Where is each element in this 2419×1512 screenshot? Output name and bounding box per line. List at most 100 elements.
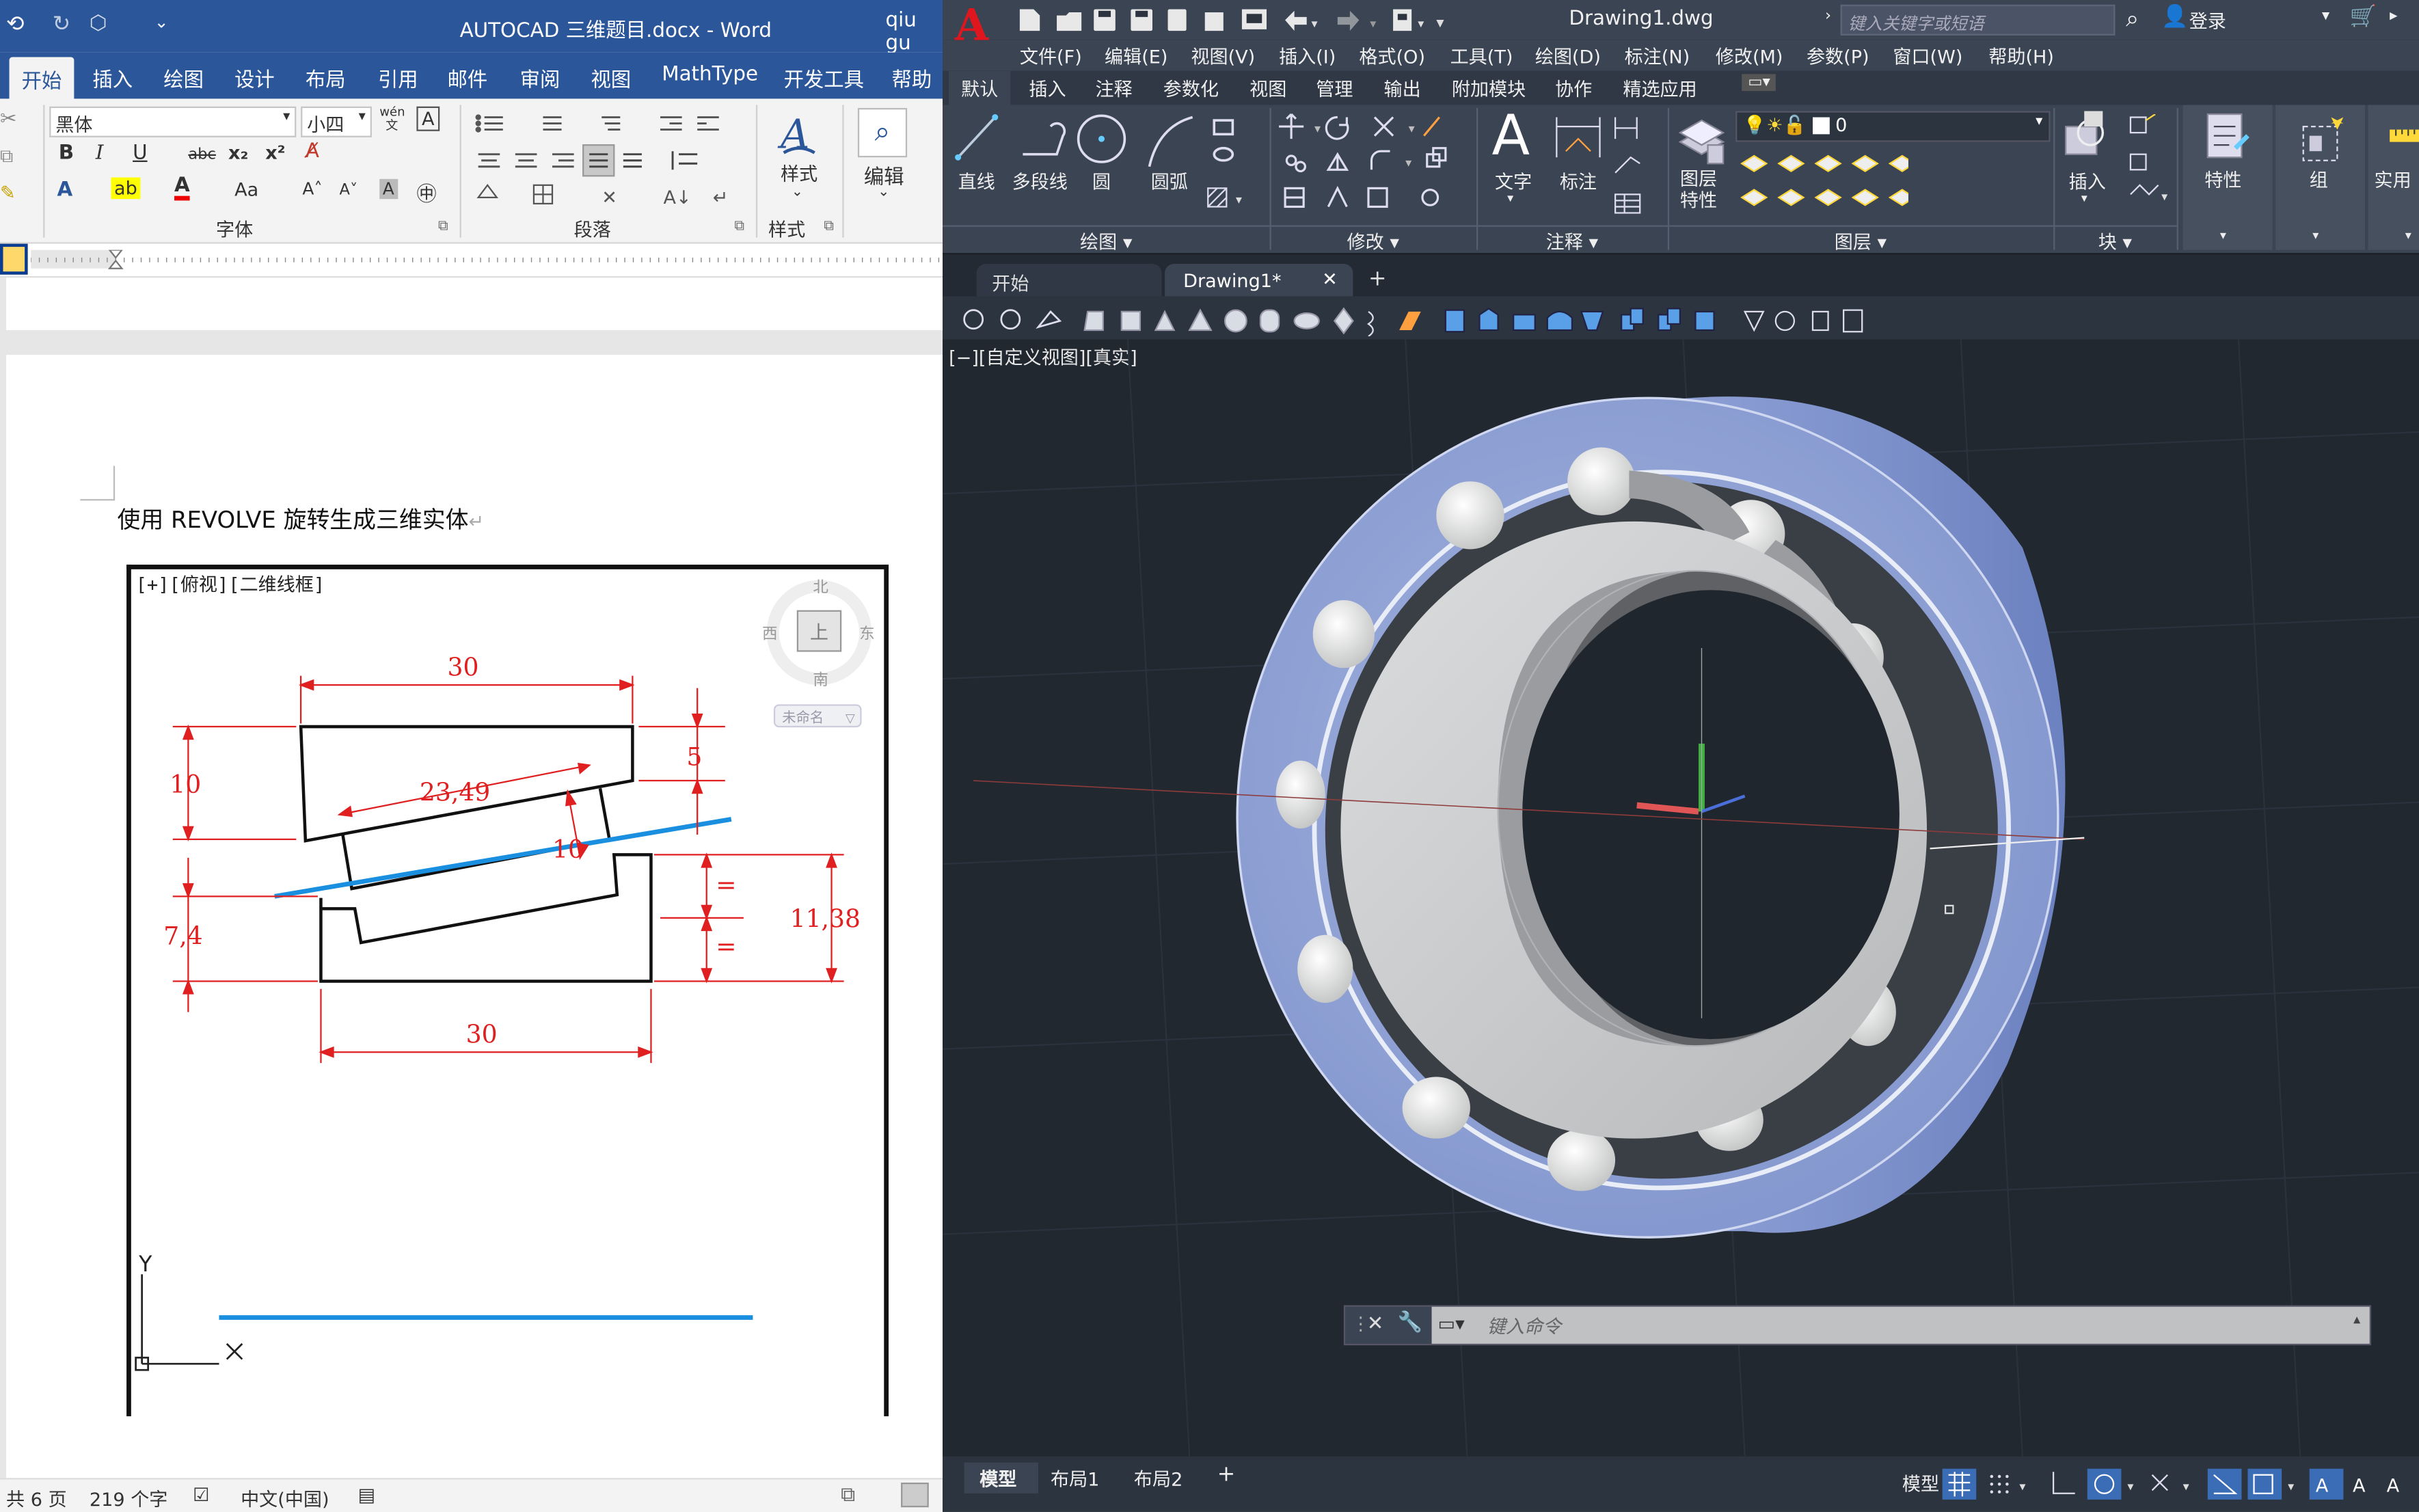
copy-icon[interactable]: ⧉: [0, 145, 13, 168]
close-icon[interactable]: ✕: [1367, 1313, 1384, 1336]
styles-icon[interactable]: A: [778, 111, 821, 158]
tab-mailings[interactable]: 邮件: [448, 64, 488, 93]
ribbon-tab-parametric[interactable]: 参数化: [1163, 76, 1219, 102]
tab-references[interactable]: 引用: [378, 64, 418, 93]
panel-layers[interactable]: 图层 ▾: [1667, 225, 2054, 253]
clear-format-icon[interactable]: A̸: [306, 140, 319, 163]
properties-panel[interactable]: 特性 ▾: [2182, 105, 2273, 250]
text-tool-icon[interactable]: A: [1492, 105, 1530, 168]
panel-modify[interactable]: 修改 ▾: [1269, 225, 1476, 253]
command-input[interactable]: ▭▾ 键入命令 ▴: [1431, 1306, 2370, 1344]
tool-dimension[interactable]: 标注: [1560, 168, 1597, 194]
paragraph-dialog-launcher-icon[interactable]: ⧉: [734, 219, 744, 234]
tool-arc[interactable]: 圆弧: [1151, 168, 1188, 194]
tab-selector-icon[interactable]: [0, 243, 28, 275]
ribbon-tab-featured[interactable]: 精选应用: [1623, 76, 1697, 102]
ribbon-tab-output[interactable]: 输出: [1384, 76, 1421, 102]
cart-icon[interactable]: 🛒: [2349, 5, 2376, 29]
file-tab-start[interactable]: 开始: [976, 263, 1162, 298]
menu-help[interactable]: 帮助(H): [1988, 43, 2054, 69]
tab-mathtype[interactable]: MathType: [662, 64, 758, 87]
tool-line[interactable]: 直线: [958, 168, 995, 194]
help-search-input[interactable]: 键入关键字或短语: [1840, 4, 2116, 36]
menu-modify[interactable]: 修改(M): [1716, 43, 1783, 69]
font-dialog-launcher-icon[interactable]: ⧉: [438, 219, 448, 234]
panel-block[interactable]: 块 ▾: [2053, 225, 2177, 253]
layer-dropdown[interactable]: 💡☀🔓 0 ▾: [1735, 111, 2051, 142]
modify-tools-icons[interactable]: ▾ ▾ ▾: [1276, 111, 1470, 219]
chevron-up-icon[interactable]: ▴: [2353, 1313, 2360, 1329]
font-size-select[interactable]: 小四 ▾: [301, 106, 372, 137]
menu-tools[interactable]: 工具(T): [1450, 43, 1513, 69]
menu-window[interactable]: 窗口(W): [1893, 43, 1962, 69]
char-border-button[interactable]: A: [416, 106, 440, 131]
file-tab-drawing1[interactable]: Drawing1* ✕: [1165, 263, 1353, 298]
modeling-tools-icons[interactable]: [949, 302, 1874, 337]
customize-wrench-icon[interactable]: 🔧: [1398, 1311, 1423, 1334]
embedded-cad-drawing[interactable]: [+][俯视][二维线框] 北 南 西 东 上 未命名 ▽ 30 10 5 23…: [126, 565, 889, 1416]
panel-annotation[interactable]: 注释 ▾: [1476, 225, 1668, 253]
menu-parametric[interactable]: 参数(P): [1807, 43, 1869, 69]
tab-layout[interactable]: 布局: [306, 64, 346, 93]
tab-home[interactable]: 开始: [9, 57, 75, 104]
utilities-panel[interactable]: 实用 ▾: [2368, 105, 2419, 250]
document-page[interactable]: 使用 REVOLVE 旋转生成三维实体↵ [+][俯视][二维线框] 北 南 西…: [6, 355, 943, 1479]
user-name[interactable]: qiu gu: [886, 10, 943, 56]
tab-draw[interactable]: 绘图: [163, 64, 204, 93]
layer-properties-icon[interactable]: [1674, 111, 1729, 167]
hatch-icon[interactable]: ▾: [1205, 182, 1252, 213]
tool-circle[interactable]: 圆: [1092, 168, 1111, 194]
tab-insert[interactable]: 插入: [92, 64, 133, 93]
tab-design[interactable]: 设计: [234, 64, 275, 93]
text-effects-icon[interactable]: A: [57, 179, 73, 202]
ribbon-tab-annotate[interactable]: 注释: [1095, 76, 1132, 102]
font-color-icon[interactable]: A: [174, 176, 190, 201]
add-layout-icon[interactable]: +: [1217, 1463, 1235, 1487]
ribbon-tab-addins[interactable]: 附加模块: [1452, 76, 1526, 102]
underline-button[interactable]: U: [133, 142, 147, 165]
ribbon-minimize-icon[interactable]: ▭▾: [1742, 74, 1776, 92]
shrink-font-icon[interactable]: A˅: [340, 182, 358, 199]
panel-draw[interactable]: 绘图 ▾: [943, 225, 1270, 253]
chevron-down-icon[interactable]: ▾: [2322, 8, 2329, 25]
ribbon-tab-manage[interactable]: 管理: [1316, 76, 1353, 102]
ribbon-tab-insert[interactable]: 插入: [1029, 76, 1066, 102]
superscript-button[interactable]: x²: [265, 142, 285, 164]
layout-tab-1[interactable]: 布局1: [1051, 1466, 1099, 1491]
change-case-button[interactable]: Aa: [234, 179, 258, 201]
menu-edit[interactable]: 编辑(E): [1105, 43, 1167, 69]
grow-font-icon[interactable]: A˄: [302, 179, 322, 199]
highlight-icon[interactable]: ab: [111, 177, 141, 200]
customize-qat-icon[interactable]: ⌄: [154, 12, 169, 32]
document-heading[interactable]: 使用 REVOLVE 旋转生成三维实体↵: [118, 503, 485, 535]
close-icon[interactable]: ✕: [1322, 269, 1338, 291]
format-painter-icon[interactable]: ✎: [0, 182, 16, 204]
paragraph-tools-icon[interactable]: ✕ A↓ ↵: [472, 108, 758, 210]
quick-access-icon[interactable]: ⬡: [90, 12, 107, 36]
menu-view[interactable]: 视图(V): [1191, 43, 1255, 69]
macro-record-icon[interactable]: ▤: [358, 1484, 376, 1506]
status-toggles-icons[interactable]: ▾ ▾ ▾ ▾ A A A: [1942, 1463, 2418, 1503]
tab-help[interactable]: 帮助: [892, 64, 932, 93]
proofing-icon[interactable]: ☑: [193, 1484, 209, 1506]
layout-tab-2[interactable]: 布局2: [1134, 1466, 1183, 1491]
menu-insert[interactable]: 插入(I): [1279, 43, 1336, 69]
menu-draw[interactable]: 绘图(D): [1535, 43, 1601, 69]
tool-polyline[interactable]: 多段线: [1012, 168, 1068, 194]
search-icon[interactable]: ⌕: [857, 107, 908, 158]
enclose-char-icon[interactable]: ㊥: [416, 178, 436, 207]
read-mode-icon[interactable]: ⧉: [841, 1484, 855, 1507]
menu-format[interactable]: 格式(O): [1359, 43, 1425, 69]
styles-dialog-launcher-icon[interactable]: ⧉: [824, 219, 834, 234]
tool-text[interactable]: 文字: [1495, 168, 1532, 194]
ribbon-tab-default[interactable]: 默认: [949, 70, 1011, 105]
font-name-select[interactable]: 黑体 ▾: [49, 106, 297, 137]
subscript-button[interactable]: x₂: [228, 142, 248, 164]
tab-developer[interactable]: 开发工具: [784, 64, 864, 93]
horizontal-ruler[interactable]: [0, 243, 943, 278]
word-count[interactable]: 219 个字: [90, 1486, 168, 1512]
tool-insert-block[interactable]: 插入: [2069, 168, 2106, 194]
layer-tools-icons[interactable]: [1739, 148, 1908, 216]
menu-file[interactable]: 文件(F): [1020, 43, 1082, 69]
tab-view[interactable]: 视图: [591, 64, 631, 93]
